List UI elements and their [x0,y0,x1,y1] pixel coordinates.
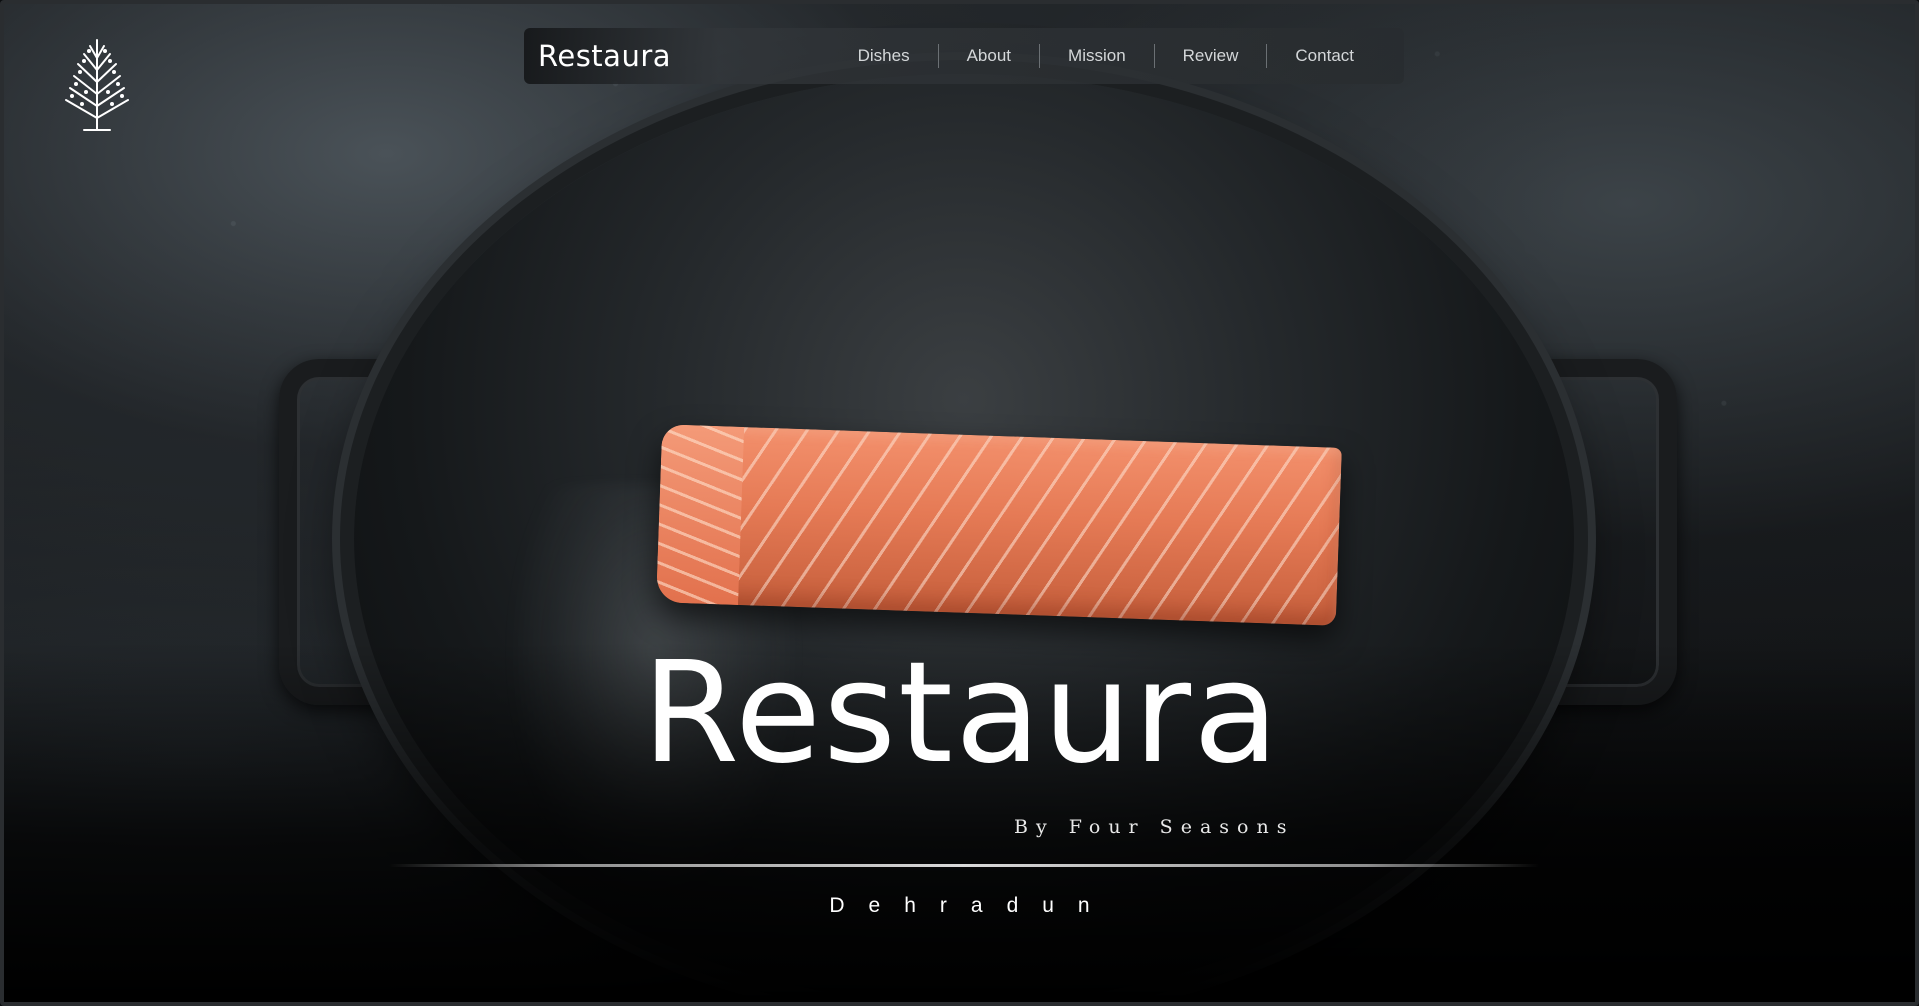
nav-link-dishes[interactable]: Dishes [830,46,938,66]
hero-section: Restaura Dishes About Mission Review Con… [0,0,1919,1006]
hero-location: Dehradun [829,894,1114,917]
nav-brand[interactable]: Restaura [538,39,671,73]
hero-title: Restaura [642,632,1281,795]
hero-subtitle: By Four Seasons [1014,816,1295,838]
nav-link-mission[interactable]: Mission [1040,46,1154,66]
nav-link-about[interactable]: About [939,46,1039,66]
top-navbar: Restaura Dishes About Mission Review Con… [524,28,1404,84]
nav-links: Dishes About Mission Review Contact [830,44,1382,68]
tree-logo-icon[interactable] [62,34,132,134]
salmon-fillet [656,424,1342,626]
nav-link-review[interactable]: Review [1155,46,1267,66]
nav-link-contact[interactable]: Contact [1267,46,1382,66]
hero-divider [389,864,1539,867]
